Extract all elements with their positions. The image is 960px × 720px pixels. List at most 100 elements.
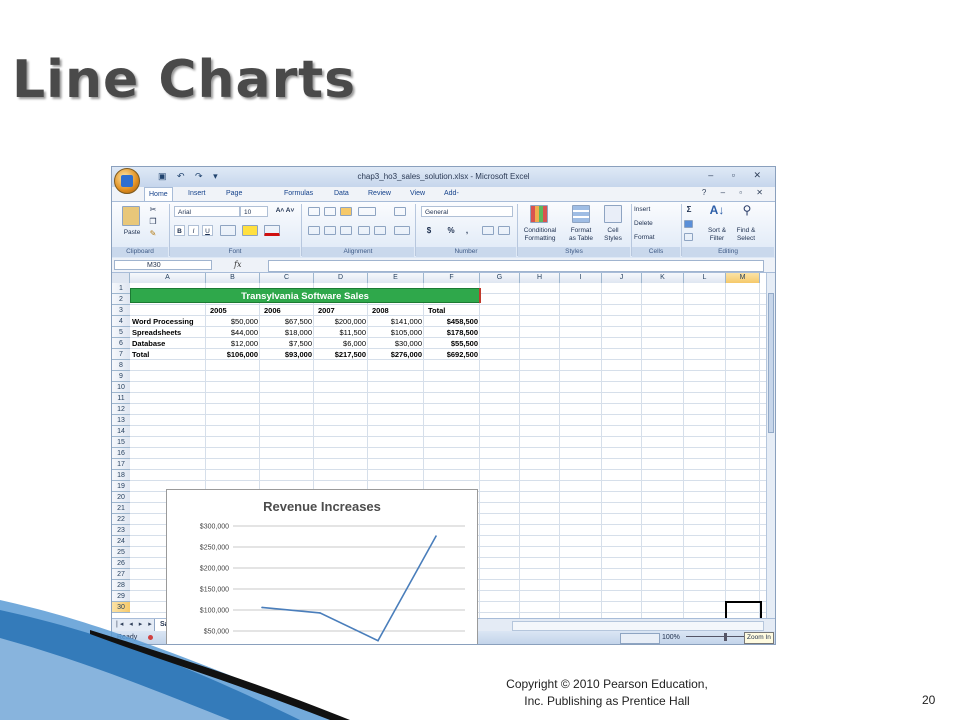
vertical-scrollbar[interactable] [766, 273, 775, 618]
column-header-b[interactable]: B [206, 273, 260, 283]
row-header-17[interactable]: 17 [112, 459, 130, 470]
window-controls[interactable]: – ▫ ✕ [708, 170, 769, 181]
align-middle-icon[interactable] [324, 207, 336, 216]
row-header-23[interactable]: 23 [112, 525, 130, 536]
table-header-cell[interactable]: 2008 [372, 305, 420, 316]
font-size-select[interactable]: 10 [240, 206, 268, 217]
tab-formulas[interactable]: Formulas [280, 187, 317, 201]
table-cell[interactable]: $458,500 [426, 316, 478, 327]
table-header-cell[interactable]: 2006 [264, 305, 310, 316]
table-cell[interactable]: $178,500 [426, 327, 478, 338]
table-cell[interactable]: $141,000 [370, 316, 422, 327]
column-header-g[interactable]: G [480, 273, 520, 283]
sort-filter-icon[interactable]: A↓ [708, 204, 726, 216]
row-header-12[interactable]: 12 [112, 404, 130, 415]
align-right-icon[interactable] [340, 226, 352, 235]
column-header-m[interactable]: M [726, 273, 760, 283]
borders-icon[interactable] [220, 225, 236, 236]
row-header-14[interactable]: 14 [112, 426, 130, 437]
cell-styles-icon[interactable] [604, 205, 622, 223]
increase-indent-icon[interactable] [374, 226, 386, 235]
row-header-21[interactable]: 21 [112, 503, 130, 514]
table-cell[interactable]: $276,000 [370, 349, 422, 360]
table-cell[interactable]: $692,500 [426, 349, 478, 360]
merge-center-icon[interactable] [394, 226, 410, 235]
table-cell[interactable]: $6,000 [316, 338, 366, 349]
decrease-indent-icon[interactable] [358, 226, 370, 235]
delete-cells-button[interactable]: Delete [634, 220, 674, 228]
table-cell[interactable]: $7,500 [262, 338, 312, 349]
row-header-13[interactable]: 13 [112, 415, 130, 426]
conditional-formatting-icon[interactable] [530, 205, 548, 223]
align-bottom-icon[interactable] [340, 207, 352, 216]
table-cell[interactable]: $106,000 [208, 349, 258, 360]
align-center-icon[interactable] [324, 226, 336, 235]
tab-add-ins[interactable]: Add-Ins [440, 187, 463, 211]
table-cell[interactable]: $44,000 [208, 327, 258, 338]
name-box[interactable]: M30 [114, 260, 212, 270]
find-select-button[interactable]: Find & Select [732, 227, 760, 243]
orientation-icon[interactable] [358, 207, 376, 216]
increase-decimal-icon[interactable] [482, 226, 494, 235]
column-header-h[interactable]: H [520, 273, 560, 283]
table-cell[interactable]: $55,500 [426, 338, 478, 349]
tab-review[interactable]: Review [364, 187, 395, 201]
row-header-19[interactable]: 19 [112, 481, 130, 492]
decrease-decimal-icon[interactable] [498, 226, 510, 235]
formula-input[interactable] [268, 260, 764, 272]
row-header-5[interactable]: 5 [112, 327, 130, 338]
column-header-c[interactable]: C [260, 273, 314, 283]
row-header-9[interactable]: 9 [112, 371, 130, 382]
number-format-select[interactable]: General [421, 206, 513, 217]
find-select-icon[interactable]: ⚲ [738, 204, 756, 216]
horizontal-scrollbar[interactable] [512, 621, 764, 631]
row-header-20[interactable]: 20 [112, 492, 130, 503]
table-header-cell[interactable]: 2007 [318, 305, 364, 316]
sort-filter-button[interactable]: Sort & Filter [704, 227, 730, 243]
sheet-title-cell[interactable]: Transylvania Software Sales [130, 288, 481, 303]
row-header-15[interactable]: 15 [112, 437, 130, 448]
tab-insert[interactable]: Insert [184, 187, 210, 201]
paste-icon[interactable] [122, 206, 140, 226]
tab-view[interactable]: View [406, 187, 429, 201]
insert-cells-button[interactable]: Insert [634, 206, 674, 214]
column-header-j[interactable]: J [602, 273, 642, 283]
clear-icon[interactable] [684, 233, 693, 241]
row-header-16[interactable]: 16 [112, 448, 130, 459]
quick-access-toolbar[interactable]: ▣ ↶ ↷ ▾ [158, 171, 222, 182]
column-header-l[interactable]: L [684, 273, 726, 283]
view-buttons[interactable] [620, 633, 660, 644]
tab-page-layout[interactable]: Page Layout [222, 187, 251, 211]
currency-button[interactable]: $ [424, 227, 434, 235]
office-button[interactable] [114, 168, 140, 194]
row-header-1[interactable]: 1 [112, 283, 130, 294]
align-top-icon[interactable] [308, 207, 320, 216]
italic-button[interactable]: I [188, 225, 199, 236]
percent-button[interactable]: % [446, 227, 456, 235]
format-as-table-icon[interactable] [572, 205, 590, 223]
format-cells-button[interactable]: Format [634, 234, 674, 242]
row-header-7[interactable]: 7 [112, 349, 130, 360]
format-painter-icon[interactable]: ✎ [148, 230, 158, 238]
align-left-icon[interactable] [308, 226, 320, 235]
table-cell[interactable]: $50,000 [208, 316, 258, 327]
table-cell[interactable]: $30,000 [370, 338, 422, 349]
comma-button[interactable]: , [462, 227, 472, 235]
table-cell[interactable]: $93,000 [262, 349, 312, 360]
table-cell[interactable]: $18,000 [262, 327, 312, 338]
table-row-label[interactable]: Word Processing [132, 316, 204, 327]
table-cell[interactable]: $105,000 [370, 327, 422, 338]
wrap-text-icon[interactable] [394, 207, 406, 216]
fill-color-icon[interactable] [242, 225, 258, 236]
row-header-25[interactable]: 25 [112, 547, 130, 558]
font-color-icon[interactable] [264, 225, 280, 236]
table-row-label[interactable]: Spreadsheets [132, 327, 204, 338]
table-header-cell[interactable]: 2005 [210, 305, 256, 316]
font-name-select[interactable]: Arial [174, 206, 240, 217]
tab-data[interactable]: Data [330, 187, 353, 201]
copy-icon[interactable]: ❐ [148, 218, 158, 226]
table-cell[interactable]: $217,500 [316, 349, 366, 360]
column-header-i[interactable]: I [560, 273, 602, 283]
row-header-10[interactable]: 10 [112, 382, 130, 393]
paste-button[interactable]: Paste [120, 229, 144, 237]
